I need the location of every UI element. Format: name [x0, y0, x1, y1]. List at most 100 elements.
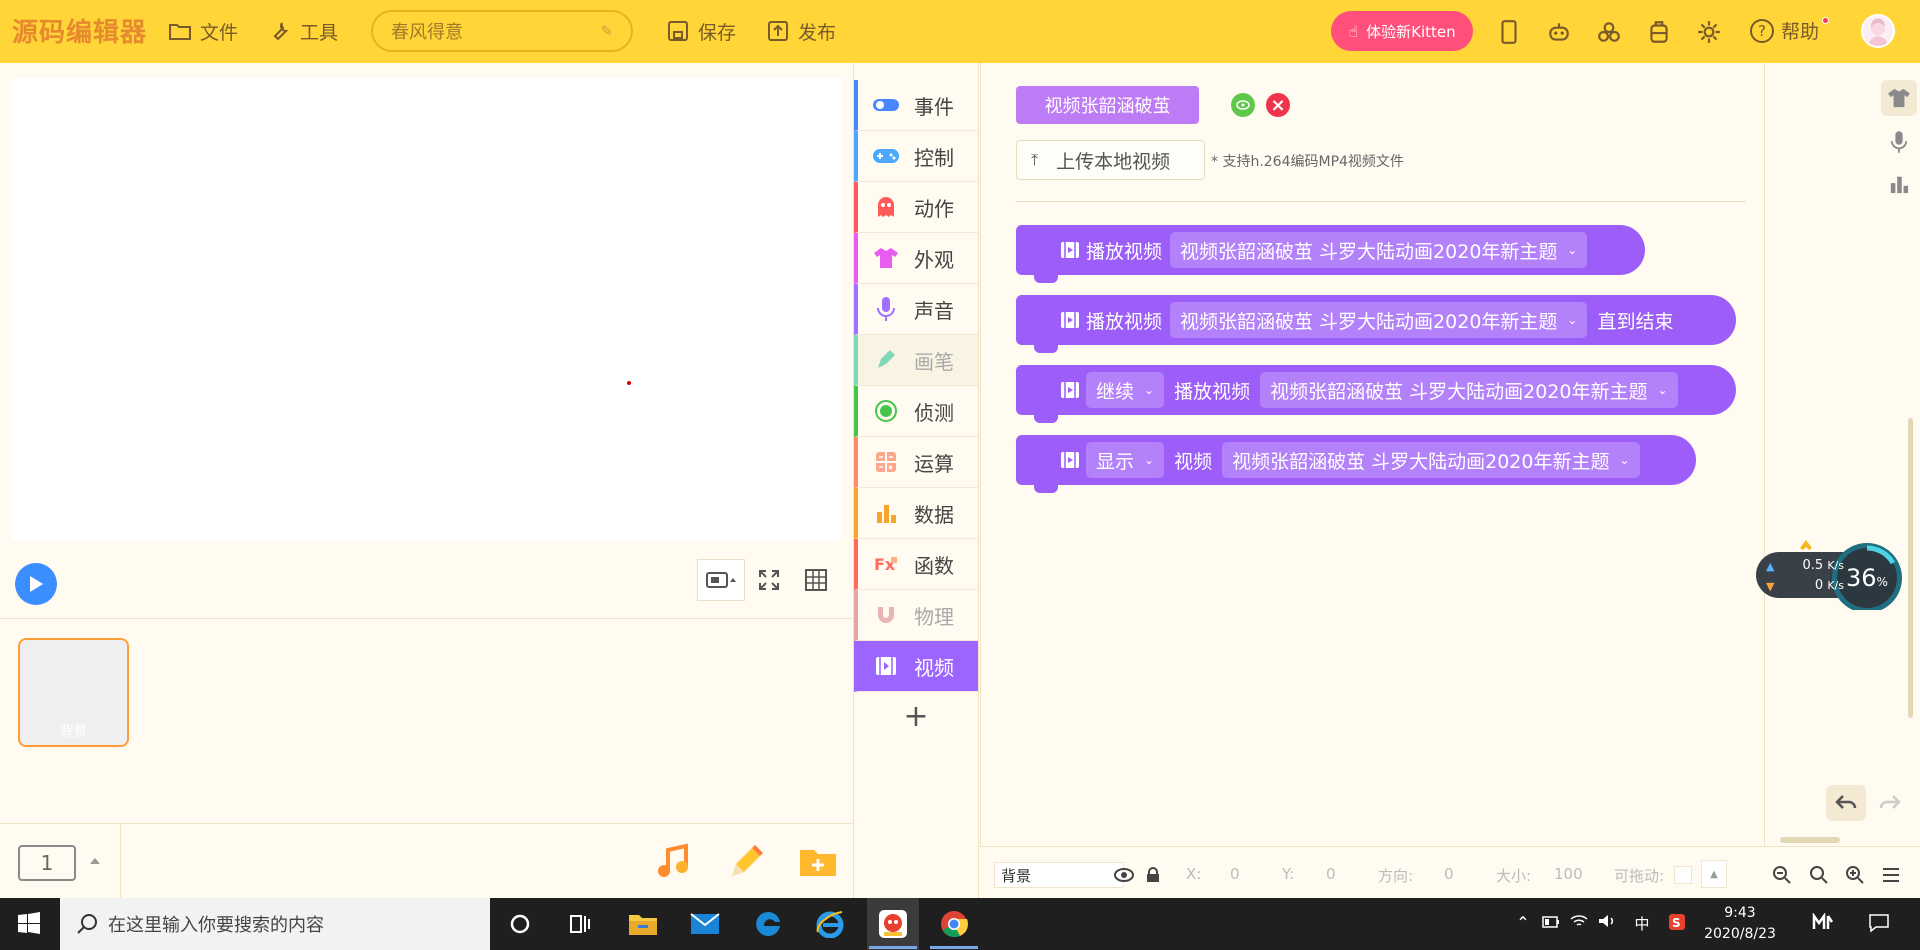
video-dropdown[interactable]: 视频张韶涵破茧 斗罗大陆动画2020年新主题 ⌄ — [1260, 372, 1678, 408]
video-dropdown[interactable]: 视频张韶涵破茧 斗罗大陆动画2020年新主题 ⌄ — [1222, 442, 1640, 478]
volume-icon[interactable] — [1596, 913, 1618, 932]
input-method-indicator[interactable]: 中 — [1631, 913, 1653, 934]
file-menu[interactable]: 文件 — [168, 16, 238, 46]
project-title-input[interactable]: 春风得意 ✎ — [371, 10, 633, 52]
upload-local-video-button[interactable]: ⤒ 上传本地视频 — [1016, 140, 1205, 180]
fullscreen-button[interactable] — [745, 559, 793, 601]
notification-center-icon[interactable] — [1868, 913, 1890, 937]
category-sensing[interactable]: 侦测 — [854, 386, 978, 437]
data-chart-icon[interactable] — [1881, 166, 1917, 202]
menu-icon[interactable] — [1878, 862, 1904, 888]
category-functions[interactable]: Fx 函数 — [854, 539, 978, 590]
tray-app-icon[interactable] — [1812, 912, 1834, 935]
tools-menu-label: 工具 — [300, 21, 339, 44]
category-events[interactable]: 事件 — [854, 80, 978, 131]
pencil-draw-icon[interactable] — [722, 840, 766, 884]
taskbar-search-box[interactable]: 在这里输入你要搜索的内容 — [60, 898, 490, 950]
file-explorer-icon[interactable] — [626, 908, 660, 940]
battery-icon[interactable] — [1540, 913, 1562, 932]
resume-video-block[interactable]: 继续 ⌄ 播放视频 视频张韶涵破茧 斗罗大陆动画2020年新主题 ⌄ — [1016, 365, 1736, 423]
sogou-input-icon[interactable]: S — [1666, 913, 1688, 935]
save-label: 保存 — [698, 21, 737, 44]
category-looks[interactable]: 外观 — [854, 233, 978, 284]
add-extension-button[interactable]: + — [854, 692, 978, 740]
windows-start-icon[interactable] — [18, 912, 40, 938]
category-operators[interactable]: 运算 — [854, 437, 978, 488]
category-control[interactable]: 控制 — [854, 131, 978, 182]
system-clock[interactable]: 9:43 2020/8/23 — [1700, 903, 1780, 945]
stage-origin-marker — [627, 381, 631, 385]
help-button[interactable]: ? 帮助 — [1750, 17, 1830, 44]
category-sound[interactable]: 声音 — [854, 284, 978, 335]
block-label: 视频 — [1174, 450, 1213, 473]
chevron-down-icon: ⌄ — [1144, 453, 1155, 467]
show-video-block[interactable]: 显示 ⌄ 视频 视频张韶涵破茧 斗罗大陆动画2020年新主题 ⌄ — [1016, 435, 1696, 493]
mail-icon[interactable] — [688, 908, 722, 940]
stage-canvas[interactable] — [12, 78, 842, 540]
extensions-icon[interactable] — [1595, 18, 1623, 46]
robot-icon[interactable] — [1545, 18, 1573, 46]
costume-shirt-icon[interactable] — [1881, 80, 1917, 116]
sprite-card-background[interactable]: 背景 — [18, 638, 129, 747]
category-label: 事件 — [914, 94, 954, 119]
video-asset-tag[interactable]: 视频张韶涵破茧 — [1016, 86, 1199, 124]
property-expand-button[interactable]: ▲ — [1701, 860, 1727, 888]
play-video-until-end-block[interactable]: 播放视频 视频张韶涵破茧 斗罗大陆动画2020年新主题 ⌄ 直到结束 — [1016, 295, 1736, 353]
zoom-in-icon[interactable] — [1842, 862, 1868, 888]
y-value[interactable]: 0 — [1326, 865, 1336, 883]
task-view-icon[interactable] — [563, 908, 597, 940]
music-note-icon[interactable] — [652, 840, 696, 884]
category-video[interactable]: 视频 — [854, 641, 978, 692]
delete-video-icon[interactable]: × — [1266, 93, 1290, 117]
sound-microphone-icon[interactable] — [1881, 124, 1917, 160]
category-motion[interactable]: 动作 — [854, 182, 978, 233]
chevron-up-icon[interactable]: ⌃ — [1512, 913, 1534, 932]
block-category-list: 事件 控制 动作 外观 声音 画笔 侦测 运算 数据 Fx 函数 物理 视频 + — [854, 80, 978, 740]
horizontal-scrollbar[interactable] — [1780, 837, 1840, 843]
add-folder-icon[interactable] — [796, 840, 840, 884]
try-kitten-button[interactable]: ☝ 体验新Kitten — [1331, 11, 1473, 51]
pencil-icon: ✎ — [600, 22, 613, 40]
scene-selector[interactable]: 1 — [18, 845, 76, 881]
direction-value[interactable]: 0 — [1444, 865, 1454, 883]
source-code-editor-app-icon[interactable] — [876, 908, 910, 940]
vertical-scrollbar[interactable] — [1908, 418, 1913, 718]
tools-menu[interactable]: 工具 — [268, 16, 338, 46]
edge-browser-icon[interactable] — [751, 908, 785, 940]
backpack-icon[interactable] — [1645, 18, 1673, 46]
visibility-dropdown[interactable]: 显示 ⌄ — [1086, 442, 1165, 478]
category-data[interactable]: 数据 — [854, 488, 978, 539]
caret-up-icon[interactable] — [90, 858, 100, 864]
zoom-reset-icon[interactable] — [1806, 862, 1832, 888]
preview-eye-icon[interactable] — [1231, 93, 1255, 117]
video-dropdown[interactable]: 视频张韶涵破茧 斗罗大陆动画2020年新主题 ⌄ — [1170, 302, 1588, 338]
internet-explorer-icon[interactable] — [813, 908, 847, 940]
visibility-eye-icon[interactable] — [1111, 862, 1137, 888]
mobile-icon[interactable] — [1495, 18, 1523, 46]
undo-button[interactable] — [1826, 785, 1866, 821]
settings-icon[interactable] — [1695, 18, 1723, 46]
zoom-out-icon[interactable] — [1769, 862, 1795, 888]
category-pen[interactable]: 画笔 — [854, 335, 978, 386]
sprite-name-field[interactable]: 背景 — [994, 862, 1124, 888]
size-value[interactable]: 100 — [1554, 865, 1583, 883]
x-value[interactable]: 0 — [1230, 865, 1240, 883]
redo-button[interactable] — [1870, 785, 1910, 821]
play-button[interactable] — [15, 563, 57, 605]
stage-size-toggle[interactable] — [697, 559, 745, 601]
memory-percent-value: 36 — [1846, 564, 1877, 592]
video-dropdown[interactable]: 视频张韶涵破茧 斗罗大陆动画2020年新主题 ⌄ — [1170, 232, 1588, 268]
publish-button[interactable]: 发布 — [766, 16, 836, 46]
category-physics[interactable]: 物理 — [854, 590, 978, 641]
block-notch — [1034, 343, 1058, 353]
cortana-icon[interactable] — [503, 908, 537, 940]
grid-toggle[interactable] — [792, 559, 840, 601]
play-video-block[interactable]: 播放视频 视频张韶涵破茧 斗罗大陆动画2020年新主题 ⌄ — [1016, 225, 1645, 283]
chrome-browser-icon[interactable] — [937, 908, 971, 940]
save-button[interactable]: 保存 — [666, 16, 736, 46]
user-avatar[interactable] — [1861, 14, 1895, 48]
action-dropdown[interactable]: 继续 ⌄ — [1086, 372, 1165, 408]
lock-icon[interactable] — [1140, 862, 1166, 888]
wifi-icon[interactable] — [1568, 913, 1590, 932]
draggable-checkbox[interactable] — [1674, 866, 1692, 884]
